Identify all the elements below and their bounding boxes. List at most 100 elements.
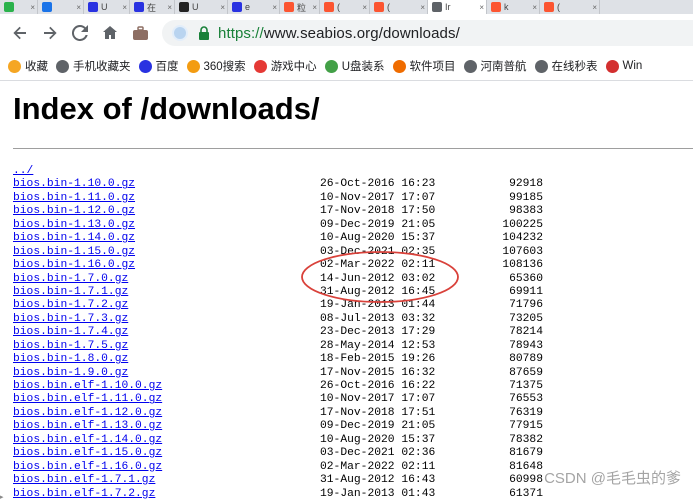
tab-label: 粒 bbox=[297, 2, 307, 13]
close-icon[interactable]: × bbox=[76, 3, 81, 12]
reload-button[interactable] bbox=[68, 21, 92, 45]
file-link[interactable]: bios.bin.elf-1.10.0.gz bbox=[13, 380, 162, 393]
home-icon bbox=[103, 26, 117, 39]
file-size: 76553 bbox=[509, 393, 543, 406]
bookmark-item[interactable]: 软件项目 bbox=[392, 58, 456, 74]
file-link[interactable]: bios.bin-1.7.5.gz bbox=[13, 340, 128, 353]
browser-tab[interactable]: (× bbox=[320, 0, 370, 14]
bookmark-item[interactable]: 百度 bbox=[138, 58, 179, 74]
file-link[interactable]: bios.bin-1.7.0.gz bbox=[13, 273, 128, 286]
bookmark-item[interactable]: 收藏 bbox=[8, 58, 48, 74]
file-link[interactable]: bios.bin-1.10.0.gz bbox=[13, 178, 135, 191]
bookmark-item[interactable]: 在线秒表 bbox=[534, 58, 598, 74]
file-link[interactable]: bios.bin-1.9.0.gz bbox=[13, 367, 128, 380]
file-link[interactable]: bios.bin.elf-1.15.0.gz bbox=[13, 447, 162, 460]
forward-button[interactable] bbox=[38, 21, 62, 45]
file-size: 108136 bbox=[502, 259, 543, 272]
browser-tab[interactable]: U × bbox=[84, 0, 130, 14]
url-text[interactable]: https://www.seabios.org/downloads/ bbox=[218, 25, 460, 42]
briefcase-button[interactable] bbox=[128, 21, 152, 45]
file-row: bios.bin-1.12.0.gz 17-Nov-2018 17:50 98383 bbox=[13, 205, 693, 218]
browser-tab[interactable]: Ir × bbox=[428, 0, 487, 14]
file-link[interactable]: bios.bin.elf-1.7.1.gz bbox=[13, 474, 155, 487]
fs-icon bbox=[179, 2, 189, 12]
close-icon[interactable]: × bbox=[479, 3, 484, 12]
orange-icon bbox=[392, 59, 406, 73]
file-link[interactable]: bios.bin-1.12.0.gz bbox=[13, 205, 135, 218]
file-link[interactable]: bios.bin.elf-1.16.0.gz bbox=[13, 461, 162, 474]
bookmark-item[interactable]: 河南普航 bbox=[463, 58, 527, 74]
close-icon[interactable]: × bbox=[312, 3, 317, 12]
close-icon[interactable]: × bbox=[532, 3, 537, 12]
browser-tab[interactable]: 在 × bbox=[130, 0, 175, 14]
file-row: bios.bin-1.16.0.gz 02-Mar-2022 02:11 10813… bbox=[13, 259, 693, 272]
file-link[interactable]: bios.bin.elf-1.11.0.gz bbox=[13, 393, 162, 406]
file-date: 03-Dec-2021 02:36 bbox=[320, 447, 436, 460]
file-date: 08-Jul-2013 03:32 bbox=[320, 312, 436, 325]
file-link[interactable]: bios.bin-1.7.3.gz bbox=[13, 313, 128, 326]
address-bar[interactable]: https://www.seabios.org/downloads/ bbox=[162, 20, 693, 46]
close-icon[interactable]: × bbox=[30, 3, 35, 12]
file-date: 10-Nov-2017 17:07 bbox=[320, 393, 436, 406]
file-date: 02-Mar-2022 02:11 bbox=[320, 460, 436, 473]
file-link[interactable]: bios.bin-1.7.1.gz bbox=[13, 286, 128, 299]
browser-tab[interactable]: (× bbox=[540, 0, 600, 14]
file-link[interactable]: bios.bin.elf-1.12.0.gz bbox=[13, 407, 162, 420]
file-link[interactable]: bios.bin-1.14.0.gz bbox=[13, 232, 135, 245]
file-date: 28-May-2014 12:53 bbox=[320, 339, 436, 352]
bookmark-label: 在线秒表 bbox=[551, 61, 598, 73]
file-link[interactable]: bios.bin-1.8.0.gz bbox=[13, 353, 128, 366]
browser-tab[interactable]: k × bbox=[487, 0, 540, 14]
close-icon[interactable]: × bbox=[362, 3, 367, 12]
parent-directory-link[interactable]: ../ bbox=[13, 165, 33, 178]
bookmark-item[interactable]: Win bbox=[605, 59, 642, 73]
lock-icon[interactable] bbox=[198, 26, 210, 40]
bookmark-item[interactable]: 游戏中心 bbox=[253, 58, 317, 74]
browser-tab[interactable]: × bbox=[38, 0, 84, 14]
file-row: bios.bin.elf-1.15.0.gz 03-Dec-2021 02:36 8… bbox=[13, 447, 693, 460]
close-icon[interactable]: × bbox=[272, 3, 277, 12]
file-row: bios.bin-1.7.1.gz 31-Aug-2012 16:45 69911 bbox=[13, 286, 693, 299]
windows-icon bbox=[605, 59, 619, 73]
file-row: bios.bin-1.7.3.gz 08-Jul-2013 03:32 73205 bbox=[13, 313, 693, 326]
browser-tab[interactable]: × bbox=[0, 0, 38, 14]
file-link[interactable]: bios.bin-1.7.2.gz bbox=[13, 299, 128, 312]
page-content: Index of /downloads/ ../ bios.bin-1.10.0… bbox=[0, 81, 693, 501]
close-icon[interactable]: × bbox=[220, 3, 225, 12]
file-link[interactable]: bios.bin-1.11.0.gz bbox=[13, 192, 135, 205]
page-title: Index of /downloads/ bbox=[13, 91, 320, 126]
file-link[interactable]: bios.bin.elf-1.14.0.gz bbox=[13, 434, 162, 447]
file-link[interactable]: bios.bin.elf-1.7.2.gz bbox=[13, 488, 155, 501]
file-link[interactable]: bios.bin-1.16.0.gz bbox=[13, 259, 135, 272]
bookmark-item[interactable]: 手机收藏夹 bbox=[56, 58, 131, 74]
file-link[interactable]: bios.bin-1.7.4.gz bbox=[13, 326, 128, 339]
file-link[interactable]: bios.bin.elf-1.13.0.gz bbox=[13, 420, 162, 433]
browser-tab[interactable]: U × bbox=[175, 0, 228, 14]
file-date: 17-Nov-2018 17:51 bbox=[320, 406, 436, 419]
close-icon[interactable]: × bbox=[167, 3, 172, 12]
star-icon bbox=[8, 59, 21, 73]
browser-tab[interactable]: (× bbox=[370, 0, 428, 14]
home-button[interactable] bbox=[98, 21, 122, 45]
usb-icon bbox=[324, 59, 338, 73]
file-date: 09-Dec-2019 21:05 bbox=[320, 420, 436, 433]
file-row: bios.bin.elf-1.7.2.gz 19-Jan-2013 01:43 61… bbox=[13, 488, 693, 501]
tab-label: e bbox=[245, 2, 251, 12]
file-link[interactable]: bios.bin-1.13.0.gz bbox=[13, 219, 135, 232]
close-icon[interactable]: × bbox=[122, 3, 127, 12]
file-size: 81679 bbox=[509, 447, 543, 460]
file-size: 78214 bbox=[509, 326, 543, 339]
back-button[interactable] bbox=[8, 21, 32, 45]
bookmark-item[interactable]: U盘装系 bbox=[324, 58, 385, 74]
browser-tab[interactable]: 粒 × bbox=[280, 0, 320, 14]
file-size: 81648 bbox=[509, 460, 543, 473]
file-row: bios.bin-1.13.0.gz 09-Dec-2019 21:05 10022… bbox=[13, 219, 693, 232]
close-icon[interactable]: × bbox=[592, 3, 597, 12]
file-size: 80789 bbox=[509, 353, 543, 366]
bookmark-item[interactable]: 360搜索 bbox=[186, 58, 246, 74]
close-icon[interactable]: × bbox=[420, 3, 425, 12]
browser-tab[interactable]: e × bbox=[228, 0, 280, 14]
site-info-icon[interactable] bbox=[172, 25, 188, 41]
tab-label: U bbox=[101, 2, 108, 12]
file-link[interactable]: bios.bin-1.15.0.gz bbox=[13, 246, 135, 259]
